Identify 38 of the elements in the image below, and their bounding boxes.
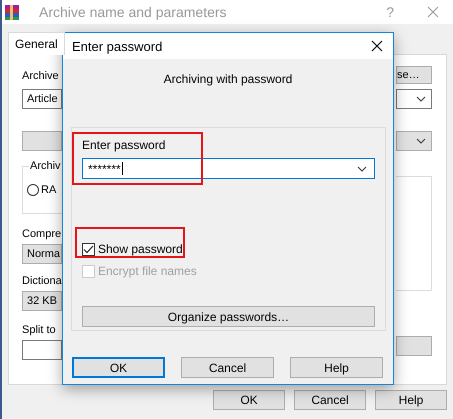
chevron-down-icon bbox=[357, 166, 367, 172]
close-icon bbox=[427, 6, 439, 18]
dictionary-dropdown[interactable]: 32 KB bbox=[22, 291, 62, 311]
radio-button[interactable] bbox=[27, 184, 39, 196]
window-title: Archive name and parameters bbox=[39, 4, 228, 20]
field-label: Compre bbox=[22, 227, 62, 241]
close-icon bbox=[371, 40, 383, 52]
archive-name-field[interactable] bbox=[396, 89, 432, 109]
chevron-down-icon bbox=[416, 138, 426, 144]
dialog-button[interactable]: Cancel bbox=[294, 390, 366, 410]
books-icon bbox=[4, 4, 21, 20]
split-size-field[interactable] bbox=[22, 340, 62, 360]
radio-label: RA bbox=[41, 184, 56, 196]
checkbox-label: Encrypt file names bbox=[98, 264, 197, 278]
dialog-button[interactable]: Help bbox=[290, 357, 383, 378]
organize-passwords-button[interactable]: Organize passwords… bbox=[82, 306, 375, 327]
archive-name-field[interactable]: Article bbox=[22, 89, 62, 109]
browse-button[interactable]: se… bbox=[396, 66, 432, 84]
checkbox[interactable] bbox=[82, 242, 95, 256]
dialog-button[interactable]: Cancel bbox=[181, 357, 274, 378]
dialog-button[interactable]: Help bbox=[375, 390, 447, 410]
field-label: Enter password bbox=[82, 137, 166, 153]
dialog-button[interactable]: OK bbox=[72, 357, 165, 378]
dropdown-field[interactable] bbox=[396, 336, 432, 356]
chevron-down-icon bbox=[416, 96, 426, 102]
field-label: Archive bbox=[22, 69, 60, 83]
dropdown-field[interactable] bbox=[396, 131, 432, 151]
dialog-heading: Archiving with password bbox=[162, 71, 294, 87]
dialog-button[interactable]: OK bbox=[213, 390, 285, 410]
compression-dropdown[interactable]: Norma bbox=[22, 244, 62, 264]
dropdown-field[interactable] bbox=[22, 131, 62, 151]
group-label: Archiv bbox=[29, 160, 62, 172]
password-field[interactable]: ******* bbox=[82, 158, 375, 179]
tab[interactable]: General bbox=[8, 32, 65, 55]
checkbox-label: Show password bbox=[98, 242, 183, 256]
dialog-title: Enter password bbox=[72, 38, 162, 54]
field-label: Split to bbox=[22, 323, 57, 337]
field-label: Dictiona bbox=[22, 274, 62, 288]
